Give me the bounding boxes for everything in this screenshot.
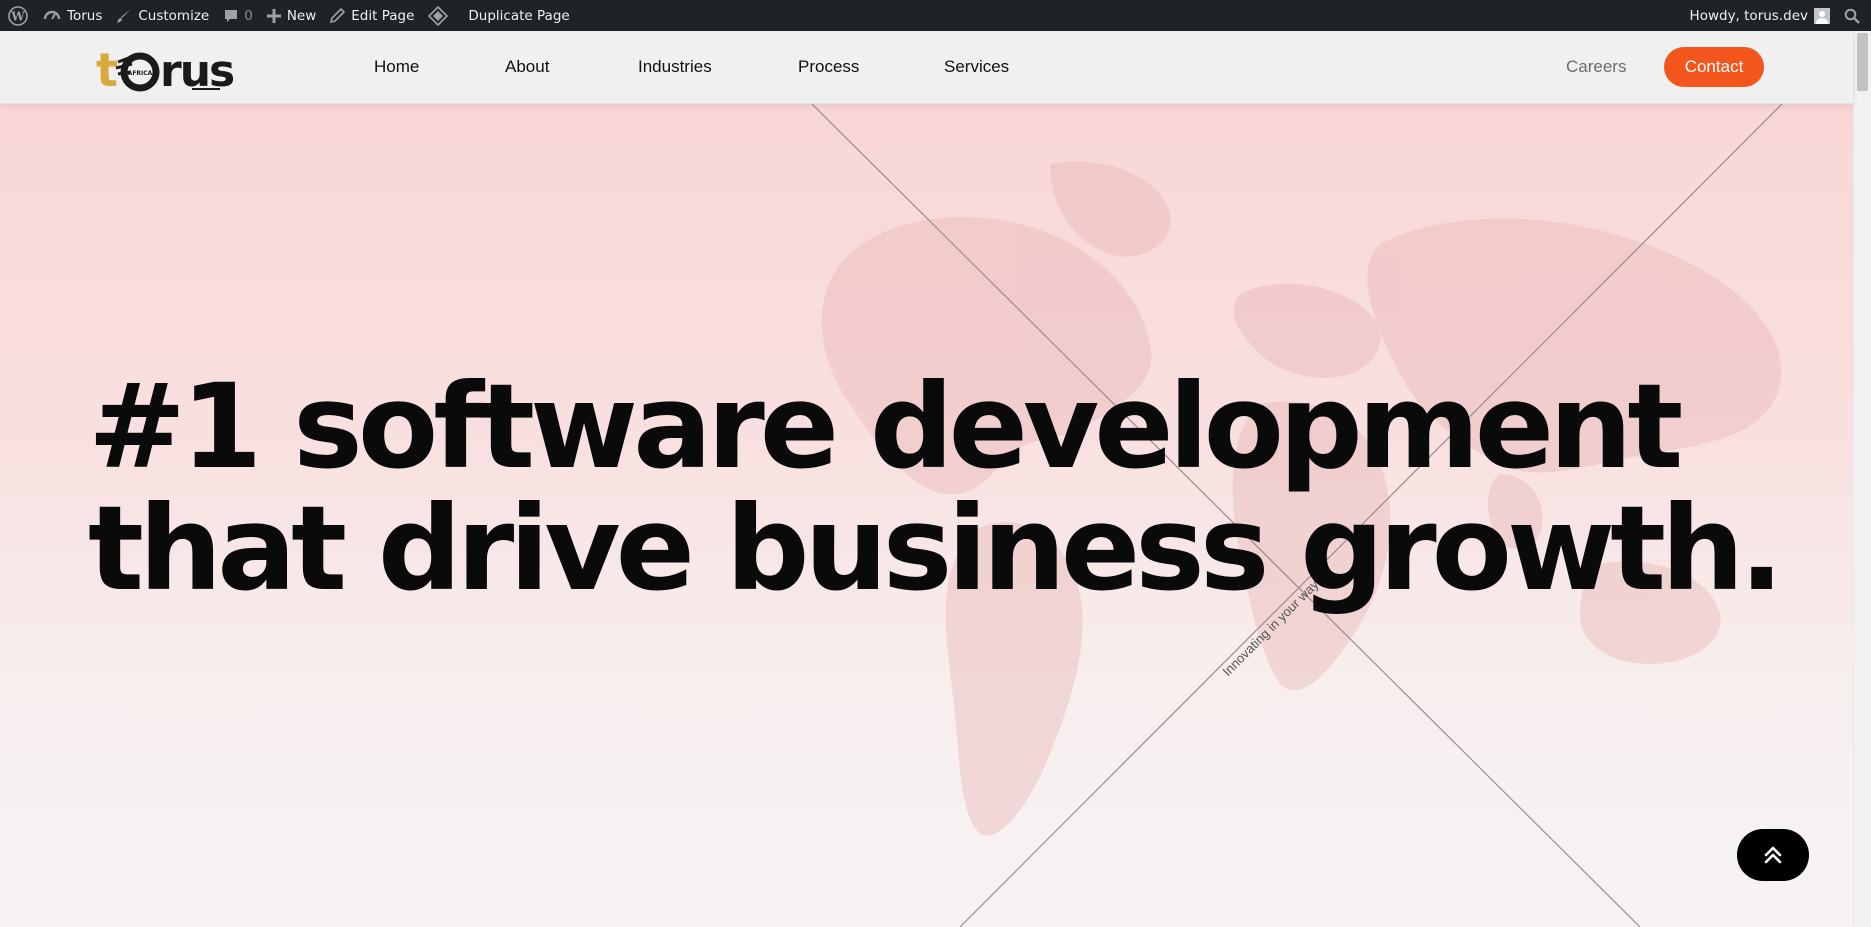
logo-badge: AFRICA: [128, 70, 153, 77]
site-name-menu[interactable]: Torus: [36, 0, 109, 31]
wordpress-menu[interactable]: W: [0, 0, 36, 31]
wordpress-icon: W: [8, 5, 28, 26]
torus-logo: t rus AFRICA: [96, 43, 236, 97]
search-icon: [1844, 8, 1860, 24]
svg-text:rus: rus: [160, 46, 234, 94]
my-account-menu[interactable]: Howdy, torus.dev: [1683, 0, 1837, 31]
hero-title: #1 software development that drive busin…: [88, 358, 1784, 617]
nav-home[interactable]: Home: [374, 57, 419, 77]
careers-link[interactable]: Careers: [1566, 57, 1626, 77]
comments-count: 0: [244, 7, 253, 24]
nav-process[interactable]: Process: [798, 57, 859, 77]
pencil-icon: [330, 8, 346, 23]
scrollbar-thumb[interactable]: [1857, 33, 1868, 91]
hero-title-line-2: that drive business growth.: [88, 480, 1784, 617]
site-logo[interactable]: t rus AFRICA: [96, 43, 248, 97]
page-scrollbar[interactable]: [1853, 31, 1871, 927]
nav-about[interactable]: About: [505, 57, 549, 77]
customize-link[interactable]: Customize: [109, 0, 216, 31]
contact-button[interactable]: Contact: [1664, 47, 1764, 87]
admin-search-button[interactable]: [1837, 0, 1871, 31]
howdy-label: Howdy, torus.dev: [1689, 7, 1808, 24]
comments-link[interactable]: 0: [216, 0, 260, 31]
svg-text:t: t: [96, 44, 117, 94]
comment-icon: [225, 9, 238, 22]
duplicate-page-link[interactable]: Duplicate Page: [421, 0, 576, 31]
back-to-top-button[interactable]: [1737, 829, 1809, 881]
dashboard-icon: [43, 10, 61, 20]
admin-bar: W Torus Customize 0 New Edit Page Duplic…: [0, 0, 1871, 31]
svg-text:W: W: [10, 9, 25, 23]
nav-services[interactable]: Services: [944, 57, 1009, 77]
hero-section: #1 software development that drive busin…: [0, 104, 1853, 927]
brush-icon: [117, 8, 132, 23]
double-chevron-up-icon: [1764, 846, 1782, 864]
site-header: t rus AFRICA Home About Industries Proce…: [0, 31, 1853, 104]
new-label: New: [286, 7, 317, 24]
edit-page-label: Edit Page: [351, 7, 415, 24]
duplicate-icon: [428, 5, 449, 26]
customize-label: Customize: [138, 7, 210, 24]
new-content-menu[interactable]: New: [260, 0, 323, 31]
avatar: [1814, 7, 1830, 24]
hero-title-line-1: #1 software development: [88, 358, 1683, 495]
plus-icon: [266, 8, 281, 23]
duplicate-page-label: Duplicate Page: [468, 7, 570, 24]
edit-page-link[interactable]: Edit Page: [323, 0, 421, 31]
site-name-label: Torus: [67, 7, 103, 24]
nav-industries[interactable]: Industries: [638, 57, 712, 77]
